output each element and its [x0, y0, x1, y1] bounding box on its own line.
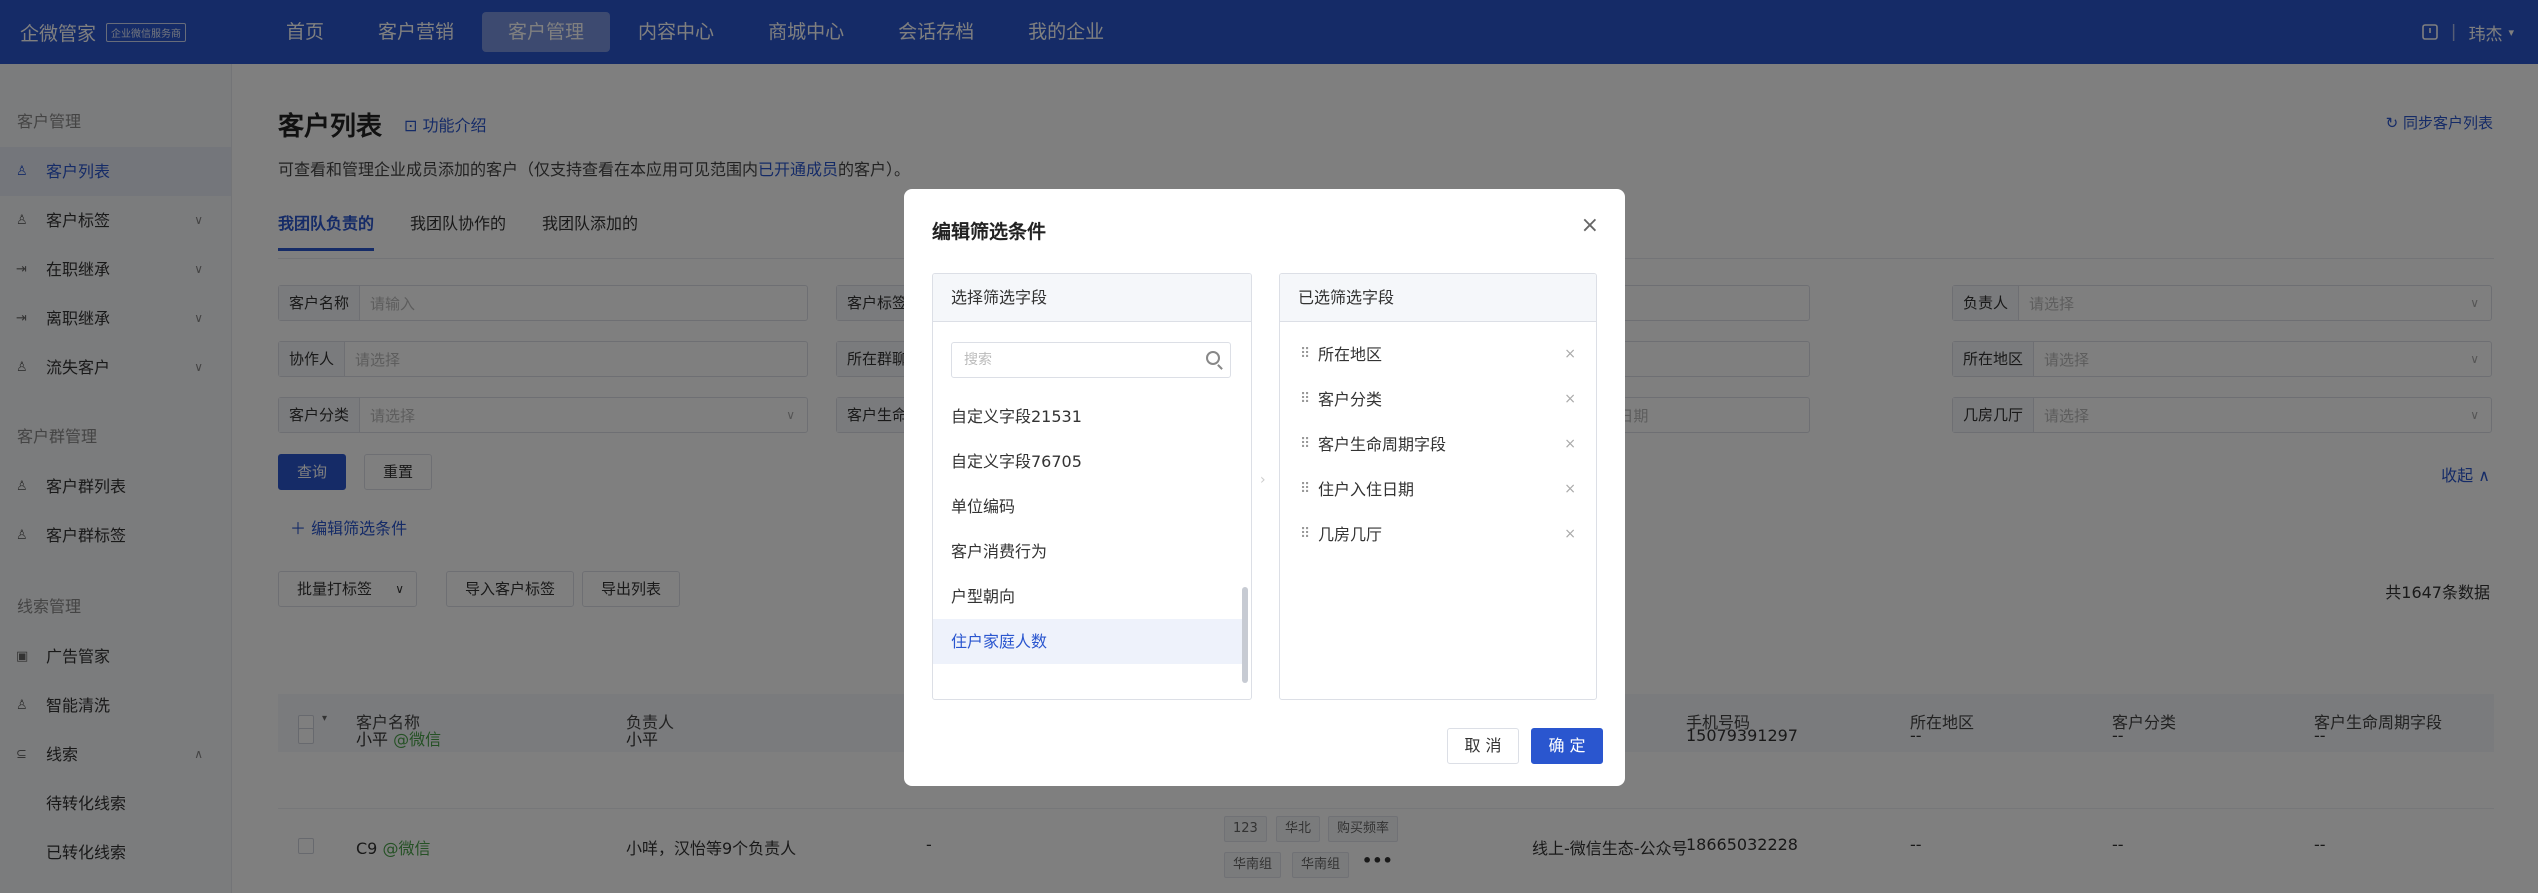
edit-filter-dialog: 编辑筛选条件 × 选择筛选字段 12345648 自定义字段21531 自定义字…: [904, 189, 1625, 786]
field-option[interactable]: 客户消费行为: [933, 529, 1243, 574]
drag-handle-icon[interactable]: ⠿: [1300, 422, 1310, 467]
drag-handle-icon[interactable]: ⠿: [1300, 377, 1310, 422]
selected-field-item[interactable]: ⠿ 几房几厅 ×: [1280, 512, 1596, 557]
selected-field-item[interactable]: ⠿ 客户分类 ×: [1280, 377, 1596, 422]
field-search-box[interactable]: [951, 342, 1231, 378]
field-option[interactable]: 12345648: [933, 386, 1243, 394]
field-picker-panel: 选择筛选字段 12345648 自定义字段21531 自定义字段76705 单位…: [932, 273, 1252, 700]
field-option[interactable]: 单位编码: [933, 484, 1243, 529]
close-icon[interactable]: ×: [1581, 215, 1599, 237]
selected-field-label: 所在地区: [1318, 345, 1383, 364]
selected-field-label: 客户生命周期字段: [1318, 435, 1447, 454]
field-option[interactable]: 户型朝向: [933, 574, 1243, 619]
drag-handle-icon[interactable]: ⠿: [1300, 467, 1310, 512]
remove-icon[interactable]: ×: [1564, 467, 1576, 512]
field-option-active[interactable]: 住户家庭人数: [933, 619, 1243, 664]
selected-field-item[interactable]: ⠿ 所在地区 ×: [1280, 332, 1596, 377]
selected-fields-panel: 已选筛选字段 ⠿ 所在地区 × ⠿ 客户分类 × ⠿ 客户生命周期字段 × ⠿ …: [1279, 273, 1597, 700]
selected-field-label: 住户入住日期: [1318, 480, 1415, 499]
chevron-right-icon: ›: [1260, 472, 1266, 488]
field-option[interactable]: 自定义字段21531: [933, 394, 1243, 439]
search-icon[interactable]: [1206, 351, 1220, 365]
drag-handle-icon[interactable]: ⠿: [1300, 332, 1310, 377]
remove-icon[interactable]: ×: [1564, 332, 1576, 377]
selected-field-label: 几房几厅: [1318, 525, 1383, 544]
cancel-button[interactable]: 取 消: [1447, 728, 1519, 764]
selected-field-item[interactable]: ⠿ 住户入住日期 ×: [1280, 467, 1596, 512]
field-picker-header: 选择筛选字段: [933, 274, 1251, 322]
selected-fields-header: 已选筛选字段: [1280, 274, 1596, 322]
selected-field-item[interactable]: ⠿ 客户生命周期字段 ×: [1280, 422, 1596, 467]
remove-icon[interactable]: ×: [1564, 512, 1576, 557]
dialog-title: 编辑筛选条件: [932, 221, 1047, 243]
drag-handle-icon[interactable]: ⠿: [1300, 512, 1310, 557]
selected-field-label: 客户分类: [1318, 390, 1383, 409]
field-option-list: 12345648 自定义字段21531 自定义字段76705 单位编码 客户消费…: [933, 386, 1243, 691]
list-scrollbar[interactable]: [1242, 587, 1248, 683]
field-option[interactable]: 自定义字段76705: [933, 439, 1243, 484]
confirm-button[interactable]: 确 定: [1531, 728, 1603, 764]
field-search-input[interactable]: [952, 343, 1182, 377]
remove-icon[interactable]: ×: [1564, 377, 1576, 422]
remove-icon[interactable]: ×: [1564, 422, 1576, 467]
